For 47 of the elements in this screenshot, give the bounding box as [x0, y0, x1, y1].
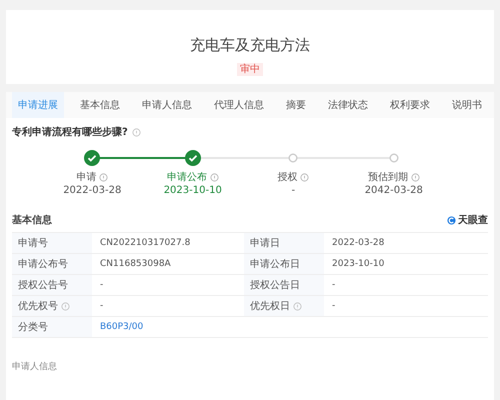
field-value: -: [100, 301, 104, 311]
tab[interactable]: 申请人信息: [136, 92, 198, 118]
help-icon[interactable]: [210, 172, 219, 182]
field-value: CN116853098A: [100, 259, 171, 269]
step-label: 申请公布: [166, 170, 207, 184]
step-date: -: [291, 185, 296, 196]
field-label: 申请公布日: [250, 258, 300, 271]
section-title: 申请人信息: [12, 360, 58, 373]
field-value: 2023-10-10: [332, 259, 384, 269]
field-value: -: [332, 280, 336, 290]
tab[interactable]: 代理人信息: [208, 92, 270, 118]
logo-icon: [447, 216, 456, 224]
field-label: 申请日: [250, 236, 280, 250]
step-label: 预估到期: [368, 170, 408, 184]
status-badge: 审中: [237, 63, 263, 76]
field-value: -: [332, 301, 336, 311]
help-icon[interactable]: [132, 128, 141, 136]
help-icon[interactable]: [61, 302, 70, 310]
section-title: 专利申请流程有哪些步骤?: [12, 125, 128, 139]
field-value: -: [100, 280, 104, 290]
step-label: 授权: [277, 170, 298, 184]
field-value: CN202210317027.8: [100, 238, 190, 248]
classification-link[interactable]: B60P3/00: [100, 322, 144, 332]
tab[interactable]: 说明书: [446, 92, 488, 118]
help-icon[interactable]: [410, 172, 420, 182]
help-icon[interactable]: [293, 302, 302, 310]
help-icon[interactable]: [99, 172, 108, 182]
field-label: 分类号: [18, 320, 48, 334]
field-label: 申请公布号: [18, 258, 68, 271]
field-label: 申请号: [18, 236, 48, 250]
tab[interactable]: 法律状态: [322, 92, 374, 118]
step-date: 2022-03-28: [63, 185, 122, 196]
field-label: 优先权日: [250, 300, 290, 313]
source-name: 天眼查: [458, 214, 488, 227]
section-title: 基本信息: [12, 214, 52, 227]
tab[interactable]: 摘要: [280, 92, 312, 118]
help-icon[interactable]: [300, 172, 310, 182]
field-label: 授权公告日: [250, 278, 300, 292]
step-date: 2023-10-10: [164, 185, 222, 196]
tab[interactable]: 权利要求: [384, 92, 436, 118]
field-label: 优先权号: [18, 300, 58, 313]
tab[interactable]: 基本信息: [74, 92, 126, 118]
patent-title: 充电车及充电方法: [190, 36, 310, 55]
field-label: 授权公告号: [18, 278, 68, 292]
step-label: 申请: [76, 170, 96, 184]
step-date: 2042-03-28: [364, 185, 423, 196]
field-value: 2022-03-28: [332, 238, 384, 248]
